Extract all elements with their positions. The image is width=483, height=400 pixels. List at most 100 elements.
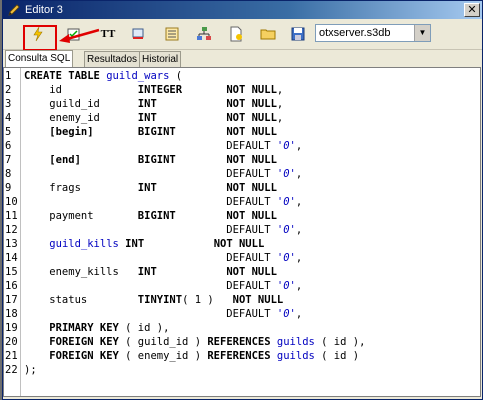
- code-token: ( id ),: [118, 322, 170, 334]
- code-token: TINYINT: [137, 294, 183, 306]
- code-token: ,: [276, 98, 284, 110]
- code-token: ,: [295, 168, 303, 180]
- line-number: 3: [5, 98, 12, 110]
- code-token: frags: [24, 182, 138, 194]
- code-token: );: [24, 364, 37, 376]
- code-line: DEFAULT '0',: [24, 168, 302, 180]
- line-number: 1: [5, 70, 12, 82]
- code-token: NOT NULL: [232, 294, 284, 306]
- open-button[interactable]: [257, 23, 279, 45]
- new-button[interactable]: [225, 23, 247, 45]
- code-line: DEFAULT '0',: [24, 280, 302, 292]
- code-token: DEFAULT: [24, 196, 277, 208]
- new-file-icon: [230, 26, 242, 42]
- code-token: DEFAULT: [24, 252, 277, 264]
- code-token: NOT NULL: [226, 154, 277, 166]
- code-token: ( id ),: [314, 336, 366, 348]
- code-token: payment: [24, 210, 138, 222]
- code-token: BIGINT: [137, 154, 176, 166]
- schema-button[interactable]: [193, 23, 215, 45]
- code-line: DEFAULT '0',: [24, 140, 302, 152]
- code-token: FOREIGN KEY: [49, 350, 119, 362]
- history-button[interactable]: [161, 23, 183, 45]
- line-number: 19: [5, 322, 18, 334]
- code-token: PRIMARY KEY: [49, 322, 119, 334]
- clear-button[interactable]: [127, 23, 149, 45]
- code-line: DEFAULT '0',: [24, 308, 302, 320]
- code-token: INTEGER: [137, 84, 183, 96]
- code-token: INT: [137, 266, 157, 278]
- code-token: ( id ): [314, 350, 360, 362]
- line-number: 14: [5, 252, 18, 264]
- sql-editor[interactable]: 1 2 3 4 5 6 7 8 9 10 11 12 13 14 15 16 17 18 19 20 21 22 CREAT…: [3, 67, 481, 397]
- code-token: '0': [276, 168, 296, 180]
- save-button[interactable]: [287, 23, 309, 45]
- code-token: DEFAULT: [24, 168, 277, 180]
- code-token: '0': [276, 252, 296, 264]
- code-line: id INTEGER NOT NULL,: [24, 84, 283, 96]
- pencil-icon: [8, 4, 20, 16]
- code-token: CREATE TABLE: [24, 70, 107, 82]
- code-line: [end] BIGINT NOT NULL: [24, 154, 277, 166]
- line-number: 22: [5, 364, 18, 376]
- code-token: BIGINT: [137, 210, 176, 222]
- code-token: ,: [276, 112, 284, 124]
- code-line: FOREIGN KEY ( enemy_id ) REFERENCES guil…: [24, 350, 359, 362]
- code-line: guild_kills INT NOT NULL: [24, 238, 264, 250]
- code-token: ,: [295, 224, 303, 236]
- line-number: 2: [5, 84, 12, 96]
- code-line: FOREIGN KEY ( guild_id ) REFERENCES guil…: [24, 336, 365, 348]
- code-token: NOT NULL: [226, 112, 277, 124]
- code-token: guilds: [276, 350, 315, 362]
- code-line: [begin] BIGINT NOT NULL: [24, 126, 277, 138]
- code-token: guild_wars: [106, 70, 170, 82]
- tree-icon: [197, 27, 211, 40]
- code-token: enemy_id: [24, 112, 138, 124]
- tab-resultados[interactable]: Resultados: [84, 51, 141, 67]
- window-title: Editor 3: [25, 4, 63, 16]
- title-bar[interactable]: Editor 3 ✕: [3, 1, 482, 19]
- close-button[interactable]: ✕: [464, 3, 480, 17]
- line-number: 20: [5, 336, 18, 348]
- code-token: [begin]: [49, 126, 94, 138]
- code-token: (: [169, 70, 183, 82]
- tab-consulta-sql[interactable]: Consulta SQL: [5, 50, 74, 68]
- code-token: NOT NULL: [226, 126, 277, 138]
- line-number: 9: [5, 182, 12, 194]
- code-token: ( guild_id ): [118, 336, 208, 348]
- code-line: enemy_kills INT NOT NULL: [24, 266, 277, 278]
- highlight-box: [23, 25, 57, 51]
- code-token: BIGINT: [137, 126, 176, 138]
- tab-bar: Consulta SQL Resultados Historial: [3, 50, 482, 68]
- line-number: 15: [5, 266, 18, 278]
- folder-icon: [260, 29, 276, 40]
- line-number: 13: [5, 238, 18, 250]
- tab-historial[interactable]: Historial: [139, 51, 182, 67]
- code-token: NOT NULL: [213, 238, 265, 250]
- code-token: guilds: [276, 336, 315, 348]
- code-token: NOT NULL: [226, 182, 277, 194]
- line-number: 16: [5, 280, 18, 292]
- line-number: 18: [5, 308, 18, 320]
- chevron-down-icon[interactable]: ▼: [414, 25, 430, 41]
- floppy-icon: [291, 27, 305, 41]
- code-token: ,: [295, 140, 303, 152]
- editor-window: Editor 3 ✕ TT otxserver.s3db ▼ Consulta …: [2, 0, 483, 400]
- database-select[interactable]: otxserver.s3db ▼: [315, 24, 431, 42]
- code-token: status: [24, 294, 138, 306]
- code-token: REFERENCES: [207, 336, 271, 348]
- code-token: FOREIGN KEY: [49, 336, 119, 348]
